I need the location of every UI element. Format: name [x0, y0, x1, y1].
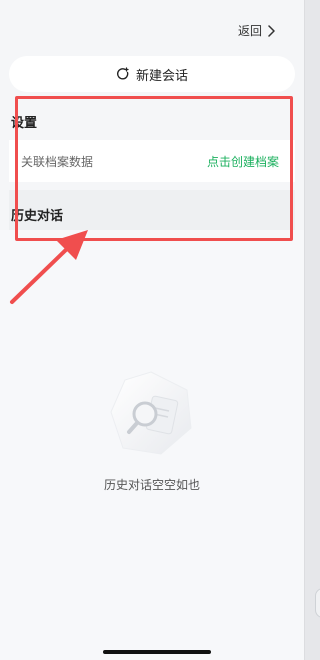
new-chat-icon — [117, 67, 129, 80]
background-page-edge — [304, 0, 320, 660]
annotation-arrow-icon — [10, 230, 88, 304]
empty-history-icon — [110, 371, 192, 455]
back-button[interactable]: 返回 — [238, 22, 276, 39]
empty-history-text: 历史对话空空如也 — [103, 478, 200, 492]
home-indicator — [103, 650, 211, 654]
chevron-right-icon — [268, 24, 275, 37]
new-chat-label: 新建会话 — [135, 68, 188, 84]
new-chat-button[interactable]: 新建会话 — [9, 56, 295, 92]
back-label: 返回 — [237, 24, 262, 38]
background-element — [315, 588, 320, 618]
